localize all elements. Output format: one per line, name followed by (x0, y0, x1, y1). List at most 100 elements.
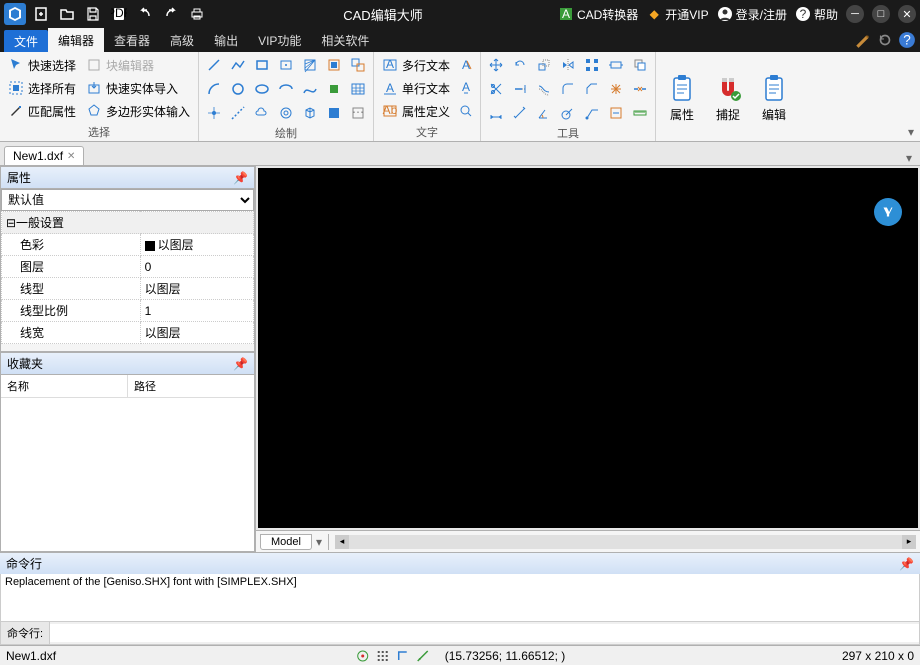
pin-icon[interactable]: 📌 (899, 557, 914, 571)
snap-toggle-icon[interactable] (355, 648, 371, 664)
rect-tool[interactable] (251, 54, 273, 76)
ortho-toggle-icon[interactable] (395, 648, 411, 664)
menu-viewer[interactable]: 查看器 (104, 28, 160, 52)
point-tool[interactable] (203, 102, 225, 124)
explode-tool[interactable] (605, 78, 627, 100)
more-draw-tool[interactable]: ⋯ (347, 102, 369, 124)
text-style-button[interactable]: A (456, 54, 476, 76)
mirror-tool[interactable] (557, 54, 579, 76)
wipeout-tool[interactable] (323, 102, 345, 124)
scale-tool[interactable] (533, 54, 555, 76)
cad-converter-link[interactable]: ACAD转换器 (558, 6, 638, 23)
tabs-dropdown-icon[interactable]: ▾ (902, 151, 916, 165)
properties-big-button[interactable]: 属性 (660, 54, 704, 141)
help-circle-icon[interactable]: ? (898, 31, 916, 49)
props-selector[interactable]: 默认值 (1, 189, 254, 211)
pin-icon[interactable]: 📌 (233, 171, 248, 185)
xline-tool[interactable] (227, 102, 249, 124)
text-find-button[interactable] (456, 100, 476, 122)
trim-tool[interactable] (485, 78, 507, 100)
chamfer-tool[interactable] (581, 78, 603, 100)
block-editor-button[interactable]: 块编辑器 (82, 54, 194, 76)
drawing-canvas[interactable] (258, 168, 918, 528)
text-button[interactable]: A单行文本 (378, 77, 454, 99)
redo-icon[interactable] (160, 3, 182, 25)
3d-tool[interactable] (299, 102, 321, 124)
copy-tool[interactable] (629, 54, 651, 76)
refresh-icon[interactable] (876, 31, 894, 49)
prop-val-layer[interactable]: 0 (140, 256, 253, 278)
save-icon[interactable] (82, 3, 104, 25)
polygon-input-button[interactable]: 多边形实体输入 (82, 100, 194, 122)
maximize-button[interactable]: □ (872, 5, 890, 23)
leader-tool[interactable] (581, 102, 603, 124)
fillet-tool[interactable] (557, 78, 579, 100)
layout-dropdown-icon[interactable]: ▾ (312, 535, 326, 549)
edit-big-button[interactable]: 编辑 (752, 54, 796, 141)
close-tab-icon[interactable]: ✕ (67, 151, 75, 162)
app-logo[interactable] (4, 3, 26, 25)
vip-link[interactable]: ◆开通VIP (646, 6, 708, 23)
horizontal-scrollbar[interactable]: ◂ ▸ (335, 535, 916, 549)
rect-center-tool[interactable] (275, 54, 297, 76)
undo-icon[interactable] (134, 3, 156, 25)
menu-vip[interactable]: VIP功能 (248, 28, 311, 52)
prop-group-general[interactable]: ⊟一般设置 (2, 212, 254, 234)
scroll-right-icon[interactable]: ▸ (902, 535, 916, 549)
dim-aligned-tool[interactable] (509, 102, 531, 124)
print-icon[interactable] (186, 3, 208, 25)
line-tool[interactable] (203, 54, 225, 76)
new-icon[interactable] (30, 3, 52, 25)
array-tool[interactable] (581, 54, 603, 76)
help-link[interactable]: ?帮助 (795, 6, 838, 23)
measure-tool[interactable] (629, 102, 651, 124)
ring-tool[interactable] (275, 102, 297, 124)
snap-big-button[interactable]: 捕捉 (706, 54, 750, 141)
dim-radius-tool[interactable] (557, 102, 579, 124)
ribbon-collapse-icon[interactable]: ▾ (904, 125, 918, 139)
prop-val-linetype[interactable]: 以图层 (140, 278, 253, 300)
model-tab[interactable]: Model (260, 534, 312, 550)
scroll-left-icon[interactable]: ◂ (335, 535, 349, 549)
fav-col-path[interactable]: 路径 (128, 375, 254, 397)
hatch-tool[interactable] (299, 54, 321, 76)
move-tool[interactable] (485, 54, 507, 76)
prop-val-ltscale[interactable]: 1 (140, 300, 253, 322)
prop-val-color[interactable]: 以图层 (140, 234, 253, 256)
ellipse-arc-tool[interactable] (275, 78, 297, 100)
minimize-button[interactable]: ─ (846, 5, 864, 23)
pdf-icon[interactable]: PDF (108, 3, 130, 25)
dim-style-tool[interactable] (605, 102, 627, 124)
dim-angular-tool[interactable] (533, 102, 555, 124)
spline-tool[interactable] (299, 78, 321, 100)
polyline-tool[interactable] (227, 54, 249, 76)
rotate-tool[interactable] (509, 54, 531, 76)
ellipse-tool[interactable] (251, 78, 273, 100)
region-tool[interactable] (347, 54, 369, 76)
attdef-button[interactable]: Ab属性定义 (378, 100, 454, 122)
arc-tool[interactable] (203, 78, 225, 100)
open-icon[interactable] (56, 3, 78, 25)
dim-linear-tool[interactable] (485, 102, 507, 124)
table-tool[interactable] (347, 78, 369, 100)
prop-val-lineweight[interactable]: 以图层 (140, 322, 253, 344)
command-input[interactable] (50, 624, 919, 642)
menu-related[interactable]: 相关软件 (311, 28, 379, 52)
extend-tool[interactable] (509, 78, 531, 100)
grid-toggle-icon[interactable] (375, 648, 391, 664)
menu-advanced[interactable]: 高级 (160, 28, 204, 52)
cloud-tool[interactable] (251, 102, 273, 124)
polar-toggle-icon[interactable] (415, 648, 431, 664)
offset-tool[interactable] (533, 78, 555, 100)
close-button[interactable]: ✕ (898, 5, 916, 23)
menu-editor[interactable]: 编辑器 (48, 28, 104, 52)
import-solid-button[interactable]: 快速实体导入 (82, 77, 194, 99)
login-link[interactable]: 登录/注册 (717, 6, 787, 23)
canvas-badge-icon[interactable] (874, 198, 902, 226)
insert-block-tool[interactable] (323, 78, 345, 100)
menu-file[interactable]: 文件 (4, 30, 48, 52)
mtext-button[interactable]: A多行文本 (378, 54, 454, 76)
select-all-button[interactable]: 选择所有 (4, 77, 80, 99)
quick-select-button[interactable]: 快速选择 (4, 54, 80, 76)
menu-output[interactable]: 输出 (204, 28, 248, 52)
